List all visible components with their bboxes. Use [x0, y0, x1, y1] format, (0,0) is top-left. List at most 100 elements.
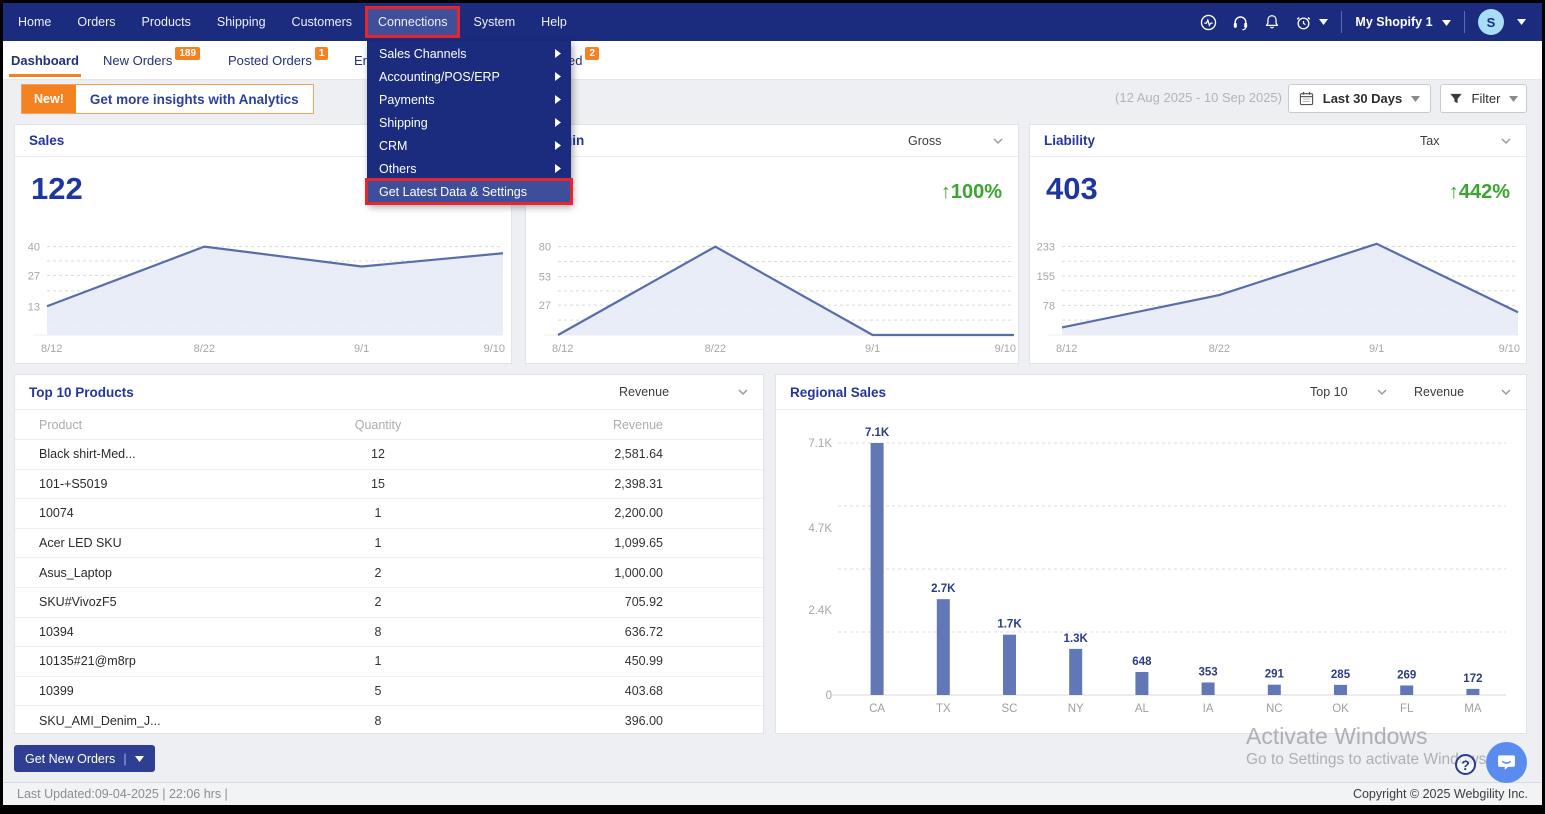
- tab-dashboard[interactable]: Dashboard: [11, 41, 79, 79]
- product-quantity: 8: [303, 625, 453, 639]
- help-icon[interactable]: ?: [1455, 754, 1476, 775]
- tab-ed[interactable]: ed2: [568, 41, 599, 79]
- svg-text:4.7K: 4.7K: [808, 523, 832, 535]
- nav-item-help[interactable]: Help: [541, 15, 567, 29]
- svg-text:8/22: 8/22: [194, 343, 215, 355]
- svg-text:13: 13: [28, 301, 40, 313]
- products-table-header: Product Quantity Revenue: [15, 410, 763, 440]
- menu-item-crm[interactable]: CRM: [367, 134, 571, 157]
- svg-text:1.7K: 1.7K: [997, 619, 1022, 631]
- notifications-bell-icon[interactable]: [1263, 13, 1281, 31]
- menu-item-accounting-pos-erp[interactable]: Accounting/POS/ERP: [367, 65, 571, 88]
- product-table-row: 10135#21@m8rp1450.99: [15, 647, 763, 677]
- product-name: 10135#21@m8rp: [39, 654, 303, 668]
- product-table-row: 103995403.68: [15, 677, 763, 707]
- tab-new-orders[interactable]: New Orders189: [103, 41, 200, 79]
- calendar-icon: [1299, 91, 1314, 106]
- chevron-down-icon: [992, 137, 1004, 145]
- products-metric-selector[interactable]: Revenue: [619, 385, 749, 399]
- orders-tab-bar: Dashboard New Orders189 Posted Orders1 Er ed…: [3, 41, 1542, 80]
- product-table-row: Acer LED SKU11,099.65: [15, 529, 763, 559]
- liability-trend-chart: 233155788/128/229/19/10: [1034, 233, 1524, 359]
- chevron-down-icon: [737, 388, 749, 396]
- svg-text:27: 27: [539, 300, 551, 312]
- product-name: 10074: [39, 506, 303, 520]
- activity-icon[interactable]: [1199, 13, 1218, 32]
- caret-down-icon: [1411, 96, 1420, 102]
- menu-item-sales-channels[interactable]: Sales Channels: [367, 42, 571, 65]
- kpi-delta: ↑100%: [941, 181, 1002, 204]
- svg-text:9/1: 9/1: [354, 343, 369, 355]
- top-products-title: Top 10 Products: [29, 385, 134, 400]
- nav-item-shipping[interactable]: Shipping: [217, 15, 266, 29]
- product-revenue: 2,581.64: [453, 447, 663, 461]
- menu-item-shipping[interactable]: Shipping: [367, 111, 571, 134]
- menu-item-others[interactable]: Others: [367, 157, 571, 180]
- filter-funnel-icon: [1449, 92, 1463, 106]
- menu-item-payments[interactable]: Payments: [367, 88, 571, 111]
- user-avatar[interactable]: S: [1478, 9, 1504, 35]
- get-new-orders-button[interactable]: Get New Orders |: [14, 745, 155, 772]
- margin-trend-chart: 8053278/128/229/19/10: [530, 233, 1020, 359]
- chat-support-button[interactable]: [1486, 742, 1527, 783]
- kpi-value: 403: [1046, 173, 1098, 204]
- period-dropdown-button[interactable]: Last 30 Days: [1288, 84, 1431, 113]
- store-selector[interactable]: My Shopify 1: [1355, 15, 1451, 29]
- svg-text:233: 233: [1037, 241, 1055, 253]
- svg-text:27: 27: [28, 270, 40, 282]
- svg-text:8/22: 8/22: [705, 343, 726, 355]
- svg-text:285: 285: [1331, 669, 1351, 681]
- margin-type-selector[interactable]: Gross: [908, 134, 1004, 148]
- kpi-title: Liability: [1044, 133, 1095, 148]
- product-table-row: SKU_AMI_Denim_J...8396.00: [15, 706, 763, 736]
- regional-range-selector[interactable]: Top 10: [1310, 385, 1388, 399]
- submenu-arrow-icon: [555, 49, 561, 58]
- nav-item-connections[interactable]: Connections: [368, 9, 458, 35]
- tab-er[interactable]: Er: [354, 41, 367, 79]
- svg-text:9/10: 9/10: [1499, 343, 1520, 355]
- svg-text:291: 291: [1265, 669, 1285, 681]
- chevron-down-icon: [1376, 388, 1388, 396]
- svg-text:SC: SC: [1002, 703, 1018, 715]
- svg-text:2.7K: 2.7K: [931, 583, 956, 595]
- analytics-link[interactable]: Get more insights with Analytics: [76, 85, 313, 113]
- scheduler-alarm-icon[interactable]: [1294, 13, 1328, 32]
- filter-button[interactable]: Filter: [1440, 84, 1527, 113]
- svg-text:8/12: 8/12: [41, 343, 62, 355]
- svg-text:8/22: 8/22: [1209, 343, 1230, 355]
- nav-item-orders[interactable]: Orders: [77, 15, 115, 29]
- svg-text:80: 80: [539, 242, 551, 254]
- svg-text:8/12: 8/12: [552, 343, 573, 355]
- svg-text:MA: MA: [1464, 703, 1482, 715]
- submenu-arrow-icon: [555, 141, 561, 150]
- nav-divider: [1341, 11, 1342, 33]
- submenu-arrow-icon: [555, 95, 561, 104]
- submenu-arrow-icon: [555, 72, 561, 81]
- regional-sales-title: Regional Sales: [790, 385, 886, 400]
- product-revenue: 2,398.31: [453, 477, 663, 491]
- liability-type-selector[interactable]: Tax: [1420, 134, 1512, 148]
- submenu-arrow-icon: [555, 118, 561, 127]
- svg-text:7.1K: 7.1K: [808, 438, 832, 450]
- caret-down-icon[interactable]: [1517, 19, 1526, 25]
- nav-item-home[interactable]: Home: [18, 15, 51, 29]
- support-headset-icon[interactable]: [1231, 13, 1250, 32]
- nav-item-products[interactable]: Products: [142, 15, 191, 29]
- menu-item-get-latest-data-settings[interactable]: Get Latest Data & Settings: [367, 180, 571, 203]
- svg-text:NY: NY: [1068, 703, 1084, 715]
- caret-down-icon: [1319, 19, 1328, 25]
- product-table-row: 103948636.72: [15, 618, 763, 648]
- regional-sales-card: Regional Sales Top 10 Revenue 7.1K 4.7K 2.…: [775, 374, 1527, 734]
- svg-text:269: 269: [1397, 669, 1416, 681]
- nav-item-system[interactable]: System: [473, 15, 515, 29]
- product-name: Black shirt-Med...: [39, 447, 303, 461]
- product-quantity: 1: [303, 654, 453, 668]
- product-quantity: 1: [303, 536, 453, 550]
- kpi-value: 122: [31, 173, 83, 204]
- product-name: SKU#VivozF5: [39, 595, 303, 609]
- regional-metric-selector[interactable]: Revenue: [1414, 385, 1512, 399]
- connections-dropdown-menu: Sales ChannelsAccounting/POS/ERPPayments…: [367, 41, 571, 204]
- nav-item-customers[interactable]: Customers: [292, 15, 352, 29]
- tab-count-badge: 1: [315, 47, 329, 60]
- tab-posted-orders[interactable]: Posted Orders1: [228, 41, 328, 79]
